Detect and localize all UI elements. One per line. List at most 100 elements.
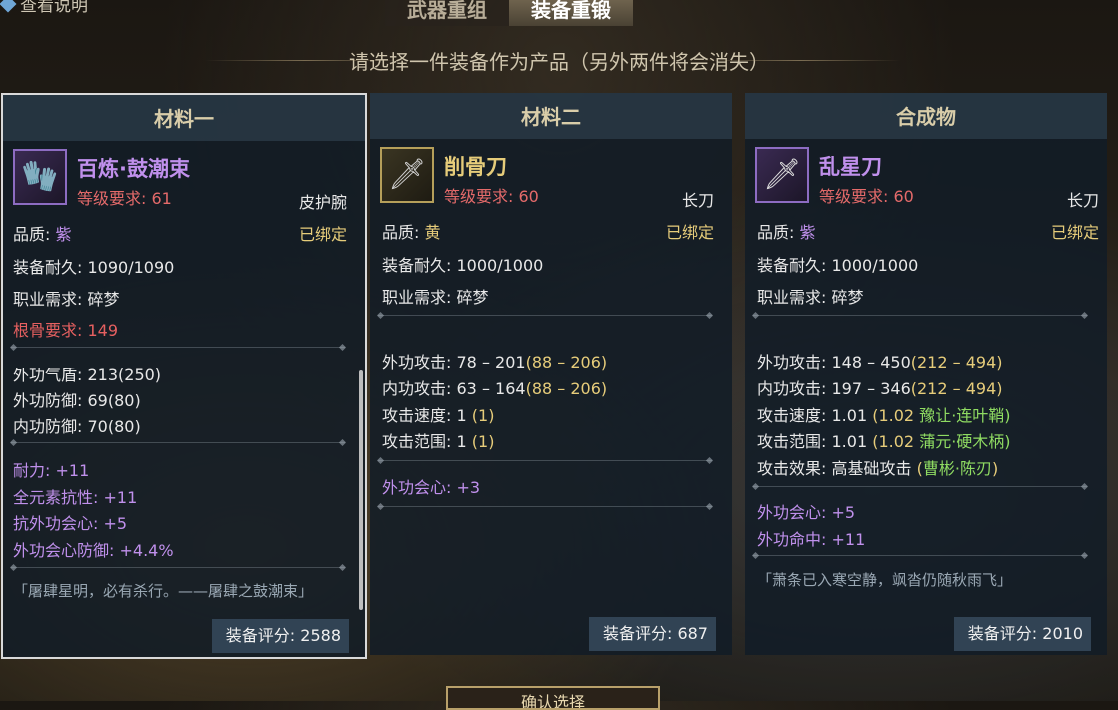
confirm-button[interactable]: 确认选择 xyxy=(446,686,660,710)
stat-label: 外功攻击: xyxy=(382,353,452,372)
stat-value: 1 xyxy=(456,432,467,451)
stat-row: 攻击速度: 1.01 (1.02 豫让·连叶鞘) xyxy=(757,402,1011,426)
equipment-score: 装备评分: 687 xyxy=(588,617,716,651)
result-panel[interactable]: 合成物 🗡 乱星刀 等级要求: 60 长刀 品质: 紫 已绑定 装备耐久: 10… xyxy=(745,93,1107,655)
item-type: 皮护腕 xyxy=(298,193,347,212)
divider-right xyxy=(700,60,900,61)
stat-label: 内功攻击: xyxy=(382,379,452,398)
stat-label: 攻击范围: xyxy=(382,432,452,451)
stat-row: 攻击效果: 高基础攻击 (曹彬·陈刃) xyxy=(757,455,998,479)
job-label: 职业需求: xyxy=(13,290,83,309)
bonus-row: 外功命中: +11 xyxy=(757,530,866,549)
stat-range: (1.02 xyxy=(872,406,915,425)
divider-left xyxy=(205,60,405,61)
tab-bar: 武器重组 装备重锻 xyxy=(385,0,633,26)
tab-equipment-reforge[interactable]: 装备重锻 xyxy=(509,0,633,26)
stat-label: 内功攻击: xyxy=(757,379,827,398)
stat-range: (212 – 494) xyxy=(910,353,1003,372)
bound-status: 已绑定 xyxy=(665,223,714,242)
flavor-quote: 「屠肆星明，必有杀行。——屠肆之鼓潮束」 xyxy=(13,582,314,600)
root-requirement-row: 根骨要求: 149 xyxy=(13,317,118,341)
blade-item-icon[interactable]: 🗡 xyxy=(755,147,809,203)
item-type: 长刀 xyxy=(681,191,714,210)
material-two-panel[interactable]: 材料二 🗡 削骨刀 等级要求: 60 长刀 品质: 黄 已绑定 装备耐久: 10… xyxy=(370,93,732,655)
bonus-row: 外功会心: +3 xyxy=(382,478,481,497)
quality-row: 品质: 紫 xyxy=(757,219,816,243)
quality-value: 紫 xyxy=(799,223,816,242)
stat-row: 攻击范围: 1 (1) xyxy=(382,428,494,452)
durability-row: 装备耐久: 1000/1000 xyxy=(382,252,543,276)
quality-label: 品质: xyxy=(382,223,420,242)
quality-value: 黄 xyxy=(424,223,441,242)
blade-item-icon[interactable]: 🗡 xyxy=(380,147,434,203)
stat-row: 内功攻击: 63 – 164(88 – 206) xyxy=(382,375,607,399)
separator xyxy=(11,347,345,348)
durability-label: 装备耐久: xyxy=(382,256,452,275)
separator xyxy=(753,486,1087,487)
stat-value: 高基础攻击 xyxy=(831,459,912,478)
durability-row: 装备耐久: 1090/1090 xyxy=(13,254,174,278)
panel-header: 合成物 xyxy=(745,93,1107,139)
stat-row: 内功防御: 70(80) xyxy=(13,417,141,436)
stat-range: (1) xyxy=(471,432,495,451)
durability-value: 1000/1000 xyxy=(456,256,544,275)
level-requirement: 等级要求: 60 xyxy=(444,187,539,206)
tab-weapon-reassemble[interactable]: 武器重组 xyxy=(385,0,509,26)
quality-row: 品质: 黄 xyxy=(382,219,441,243)
stat-label: 攻击速度: xyxy=(757,406,827,425)
stat-value: 148 – 450 xyxy=(831,353,911,372)
bonus-row: 耐力: +11 xyxy=(13,461,90,480)
quality-label: 品质: xyxy=(757,223,795,242)
separator xyxy=(378,506,712,507)
stat-source: 豫让·连叶鞘) xyxy=(919,406,1011,425)
equipment-score: 装备评分: 2010 xyxy=(953,617,1091,651)
bonus-row: 全元素抗性: +11 xyxy=(13,488,138,507)
help-label: 查看说明 xyxy=(20,0,88,16)
stat-source: 曹彬·陈刃 xyxy=(922,459,992,478)
job-value: 碎梦 xyxy=(831,288,864,307)
root-value: 149 xyxy=(87,321,119,340)
durability-label: 装备耐久: xyxy=(13,258,83,277)
durability-row: 装备耐久: 1000/1000 xyxy=(757,252,918,276)
stat-value: 78 – 201 xyxy=(456,353,526,372)
job-value: 碎梦 xyxy=(456,288,489,307)
stat-range: (88 – 206) xyxy=(525,379,608,398)
item-name: 百炼·鼓潮束 xyxy=(77,157,190,181)
separator xyxy=(753,315,1087,316)
stat-label: 外功攻击: xyxy=(757,353,827,372)
job-row: 职业需求: 碎梦 xyxy=(13,286,120,310)
material-one-panel[interactable]: 材料一 🧤 百炼·鼓潮束 等级要求: 61 皮护腕 品质: 紫 已绑定 装备耐久… xyxy=(1,93,367,659)
level-requirement: 等级要求: 60 xyxy=(819,187,914,206)
stat-range: (1) xyxy=(471,406,495,425)
stat-value: 63 – 164 xyxy=(456,379,526,398)
stat-value: 1.01 xyxy=(831,406,868,425)
job-value: 碎梦 xyxy=(87,290,120,309)
stat-range: (212 – 494) xyxy=(910,379,1003,398)
separator xyxy=(378,315,712,316)
quality-label: 品质: xyxy=(13,225,51,244)
bound-status: 已绑定 xyxy=(298,225,347,244)
stat-value: 1.01 xyxy=(831,432,868,451)
instruction-text: 请选择一件装备作为产品（另外两件将会消失） xyxy=(349,50,769,74)
bracer-item-icon[interactable]: 🧤 xyxy=(13,149,67,205)
top-bar: 查看说明 武器重组 装备重锻 xyxy=(0,0,1118,26)
stat-value: 1 xyxy=(456,406,467,425)
instruction-bar: 请选择一件装备作为产品（另外两件将会消失） xyxy=(0,46,1118,75)
stat-range: (88 – 206) xyxy=(525,353,608,372)
job-row: 职业需求: 碎梦 xyxy=(757,284,864,308)
scrollbar[interactable] xyxy=(359,370,363,610)
separator xyxy=(11,442,345,443)
stat-label: 攻击范围: xyxy=(757,432,827,451)
stat-range-close: ) xyxy=(991,459,999,478)
item-name: 乱星刀 xyxy=(819,155,882,179)
stat-range: (1.02 xyxy=(872,432,915,451)
equipment-score: 装备评分: 2588 xyxy=(211,619,349,653)
durability-value: 1000/1000 xyxy=(831,256,919,275)
stat-source: 蒲元·硬木柄) xyxy=(919,432,1011,451)
job-label: 职业需求: xyxy=(757,288,827,307)
stat-row: 外功气盾: 213(250) xyxy=(13,365,162,384)
item-type: 长刀 xyxy=(1066,191,1099,210)
bound-status: 已绑定 xyxy=(1050,223,1099,242)
stat-label: 攻击效果: xyxy=(757,459,827,478)
help-link[interactable]: 查看说明 xyxy=(0,0,88,16)
